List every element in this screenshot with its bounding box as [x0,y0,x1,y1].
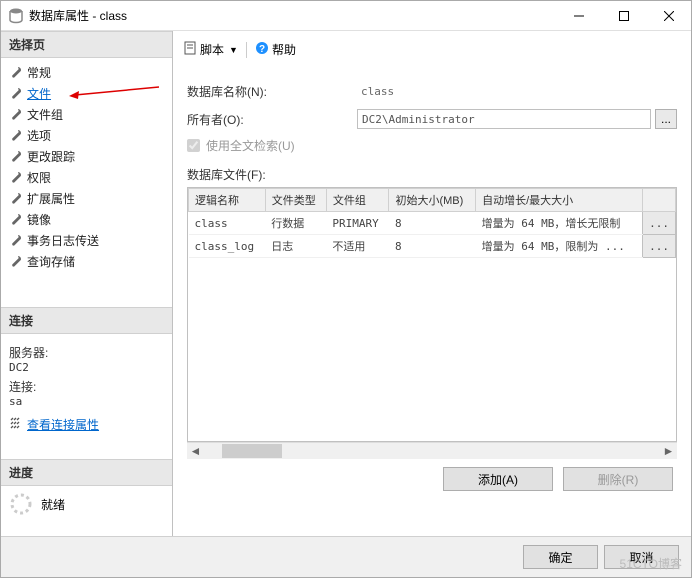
page-item-filegroups[interactable]: 文件组 [1,104,172,125]
main-panel: 脚本 ▼ ? 帮助 数据库名称(N): class 所有者(O): DC2\Ad… [173,31,691,536]
toolbar: 脚本 ▼ ? 帮助 [183,37,681,67]
scroll-right-icon[interactable]: ► [660,444,677,458]
page-item-general[interactable]: 常规 [1,62,172,83]
connection-label: 连接: [9,378,164,395]
wrench-icon [9,108,22,121]
col-logical-name[interactable]: 逻辑名称 [189,189,266,212]
file-row[interactable]: class_log 日志 不适用 8 增量为 64 MB，限制为 ... ... [189,235,676,258]
db-name-label: 数据库名称(N): [187,83,357,100]
help-button[interactable]: ? 帮助 [255,41,296,58]
dialog-window: 数据库属性 - class 选择页 常规 文件 文 [0,0,692,578]
progress-status: 就绪 [41,496,65,513]
titlebar: 数据库属性 - class [1,1,691,31]
col-initial-size[interactable]: 初始大小(MB) [389,189,476,212]
wrench-icon [9,192,22,205]
cancel-button[interactable]: 取消 [604,545,679,569]
page-item-querystore[interactable]: 查询存储 [1,251,172,272]
properties-icon [9,417,23,432]
progress-header: 进度 [1,459,172,486]
sidebar: 选择页 常规 文件 文件组 选项 [1,31,173,536]
wrench-icon [9,87,22,100]
page-item-extprops[interactable]: 扩展属性 [1,188,172,209]
chevron-down-icon: ▼ [229,45,238,55]
fulltext-checkbox [187,139,200,152]
dialog-footer: 确定 取消 51CTO博客 [1,536,691,577]
file-row[interactable]: class 行数据 PRIMARY 8 增量为 64 MB，增长无限制 ... [189,212,676,235]
annotation-arrow [69,85,159,101]
col-autogrowth[interactable]: 自动增长/最大大小 [476,189,643,212]
connection-header: 连接 [1,307,172,334]
page-item-files[interactable]: 文件 [1,83,172,104]
page-item-logshipping[interactable]: 事务日志传送 [1,230,172,251]
scroll-thumb[interactable] [222,444,282,458]
page-item-permissions[interactable]: 权限 [1,167,172,188]
row-ellipsis-button[interactable]: ... [643,212,676,235]
files-label: 数据库文件(F): [187,166,677,183]
grid-header-row: 逻辑名称 文件类型 文件组 初始大小(MB) 自动增长/最大大小 [189,189,676,212]
wrench-icon [9,150,22,163]
pages-header: 选择页 [1,31,172,58]
horizontal-scrollbar[interactable]: ◄ ► [187,442,677,459]
files-grid[interactable]: 逻辑名称 文件类型 文件组 初始大小(MB) 自动增长/最大大小 class [187,187,677,442]
col-file-type[interactable]: 文件类型 [265,189,326,212]
script-icon [183,41,197,58]
server-value: DC2 [9,361,164,374]
ok-button[interactable]: 确定 [523,545,598,569]
server-label: 服务器: [9,344,164,361]
fulltext-label: 使用全文检索(U) [206,137,295,154]
close-button[interactable] [646,1,691,30]
svg-text:?: ? [259,44,265,55]
wrench-icon [9,66,22,79]
minimize-button[interactable] [556,1,601,30]
wrench-icon [9,234,22,247]
scroll-left-icon[interactable]: ◄ [187,444,204,458]
script-dropdown[interactable]: 脚本 ▼ [183,41,238,58]
page-item-options[interactable]: 选项 [1,125,172,146]
wrench-icon [9,129,22,142]
owner-input[interactable]: DC2\Administrator [357,109,651,129]
page-item-mirroring[interactable]: 镜像 [1,209,172,230]
maximize-button[interactable] [601,1,646,30]
db-name-value: class [357,81,677,101]
connection-value: sa [9,395,164,408]
wrench-icon [9,255,22,268]
owner-label: 所有者(O): [187,111,357,128]
view-connection-link[interactable]: 查看连接属性 [9,416,164,433]
database-icon [9,8,23,24]
page-item-changetracking[interactable]: 更改跟踪 [1,146,172,167]
wrench-icon [9,171,22,184]
help-icon: ? [255,41,269,58]
add-button[interactable]: 添加(A) [443,467,553,491]
col-filegroup[interactable]: 文件组 [326,189,389,212]
row-ellipsis-button[interactable]: ... [643,235,676,258]
owner-browse-button[interactable]: ... [655,109,677,129]
remove-button[interactable]: 删除(R) [563,467,673,491]
wrench-icon [9,213,22,226]
page-list: 常规 文件 文件组 选项 更改跟踪 [1,58,172,276]
progress-spinner-icon [9,492,33,516]
window-title: 数据库属性 - class [29,7,556,24]
